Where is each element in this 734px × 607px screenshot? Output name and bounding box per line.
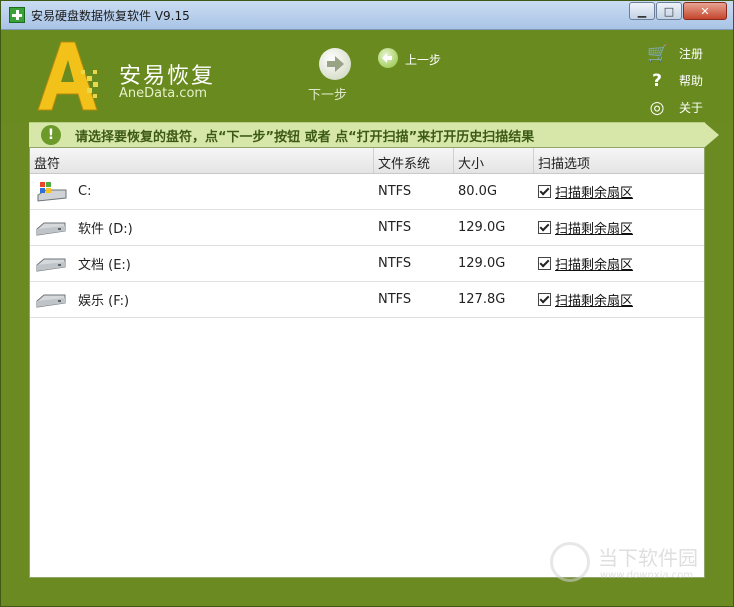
arrow-right-icon <box>327 56 344 72</box>
next-step-label[interactable]: 下一步 <box>308 84 347 103</box>
arrow-left-icon[interactable] <box>378 48 398 68</box>
drive-size: 129.0G <box>458 220 506 235</box>
scan-checkbox[interactable] <box>538 185 551 198</box>
maximize-button[interactable]: □ <box>656 2 682 20</box>
logo-subtitle: AneData.com <box>119 86 208 101</box>
table-row[interactable]: 软件 (D:) NTFS 129.0G 扫描剩余扇区 <box>30 210 704 246</box>
watermark: 当下软件园 www.downxia.com <box>550 542 698 582</box>
question-icon: ? <box>652 70 662 91</box>
drive-fs: NTFS <box>378 184 412 199</box>
drive-size: 127.8G <box>458 292 506 307</box>
drive-size: 80.0G <box>458 184 498 199</box>
minimize-button[interactable]: ▁ <box>629 2 655 20</box>
scan-checkbox[interactable] <box>538 221 551 234</box>
app-window: 安易硬盘数据恢复软件 V9.15 ▁ □ ✕ 安易恢复 AneData.com … <box>0 0 734 607</box>
watermark-text: 当下软件园 <box>598 546 698 570</box>
drive-name: C: <box>78 184 92 199</box>
side-menu: 🛒 注册 ? 帮助 ◎ 关于 <box>647 40 703 121</box>
hard-drive-icon <box>36 294 66 308</box>
menu-about[interactable]: ◎ 关于 <box>647 94 703 121</box>
column-header-fs[interactable]: 文件系统 <box>374 148 454 173</box>
scan-option-link[interactable]: 扫描剩余扇区 <box>555 290 633 309</box>
instruction-banner: ! 请选择要恢复的盘符，点“下一步”按钮 或者 点“打开扫描”来打开历史扫描结果 <box>29 122 719 147</box>
menu-help[interactable]: ? 帮助 <box>647 67 703 94</box>
banner-text: 请选择要恢复的盘符，点“下一步”按钮 或者 点“打开扫描”来打开历史扫描结果 <box>75 130 535 145</box>
column-header-drive[interactable]: 盘符 <box>30 148 374 173</box>
info-icon: ! <box>41 125 61 145</box>
app-icon <box>9 7 25 23</box>
column-header-scan[interactable]: 扫描选项 <box>534 148 704 173</box>
banner-arrow <box>705 123 719 147</box>
scan-checkbox[interactable] <box>538 293 551 306</box>
title-bar[interactable]: 安易硬盘数据恢复软件 V9.15 ▁ □ ✕ <box>1 1 733 30</box>
window-title: 安易硬盘数据恢复软件 V9.15 <box>31 9 190 23</box>
hard-drive-icon <box>36 258 66 272</box>
drive-fs: NTFS <box>378 220 412 235</box>
scan-checkbox[interactable] <box>538 257 551 270</box>
drive-fs: NTFS <box>378 292 412 307</box>
drive-name: 文档 (E:) <box>78 258 131 273</box>
column-header-size[interactable]: 大小 <box>454 148 534 173</box>
scan-option-link[interactable]: 扫描剩余扇区 <box>555 182 633 201</box>
scan-option-link[interactable]: 扫描剩余扇区 <box>555 254 633 273</box>
next-step-button[interactable] <box>319 48 351 80</box>
watermark-logo-icon <box>550 542 590 582</box>
header: 安易恢复 AneData.com 下一步 上一步 🛒 注册 ? 帮助 ◎ 关于 <box>1 30 733 122</box>
drive-name: 娱乐 (F:) <box>78 294 130 309</box>
menu-register[interactable]: 🛒 注册 <box>647 40 703 67</box>
drive-size: 129.0G <box>458 256 506 271</box>
drive-list[interactable]: 盘符 文件系统 大小 扫描选项 C: NTFS 80.0G 扫描剩余扇区 软件 … <box>29 147 705 582</box>
logo-a-icon <box>37 41 98 111</box>
table-row[interactable]: C: NTFS 80.0G 扫描剩余扇区 <box>30 174 704 210</box>
hard-drive-icon <box>36 222 66 236</box>
watermark-url: www.downxia.com <box>600 570 694 581</box>
prev-step-button[interactable]: 上一步 <box>405 51 441 68</box>
cart-icon: 🛒 <box>647 43 669 64</box>
close-button[interactable]: ✕ <box>683 2 727 20</box>
scan-option-link[interactable]: 扫描剩余扇区 <box>555 218 633 237</box>
target-icon: ◎ <box>649 97 665 118</box>
table-row[interactable]: 文档 (E:) NTFS 129.0G 扫描剩余扇区 <box>30 246 704 282</box>
drive-fs: NTFS <box>378 256 412 271</box>
system-drive-icon <box>37 181 67 202</box>
table-row[interactable]: 娱乐 (F:) NTFS 127.8G 扫描剩余扇区 <box>30 282 704 318</box>
drive-name: 软件 (D:) <box>78 222 133 237</box>
table-header: 盘符 文件系统 大小 扫描选项 <box>30 148 704 174</box>
